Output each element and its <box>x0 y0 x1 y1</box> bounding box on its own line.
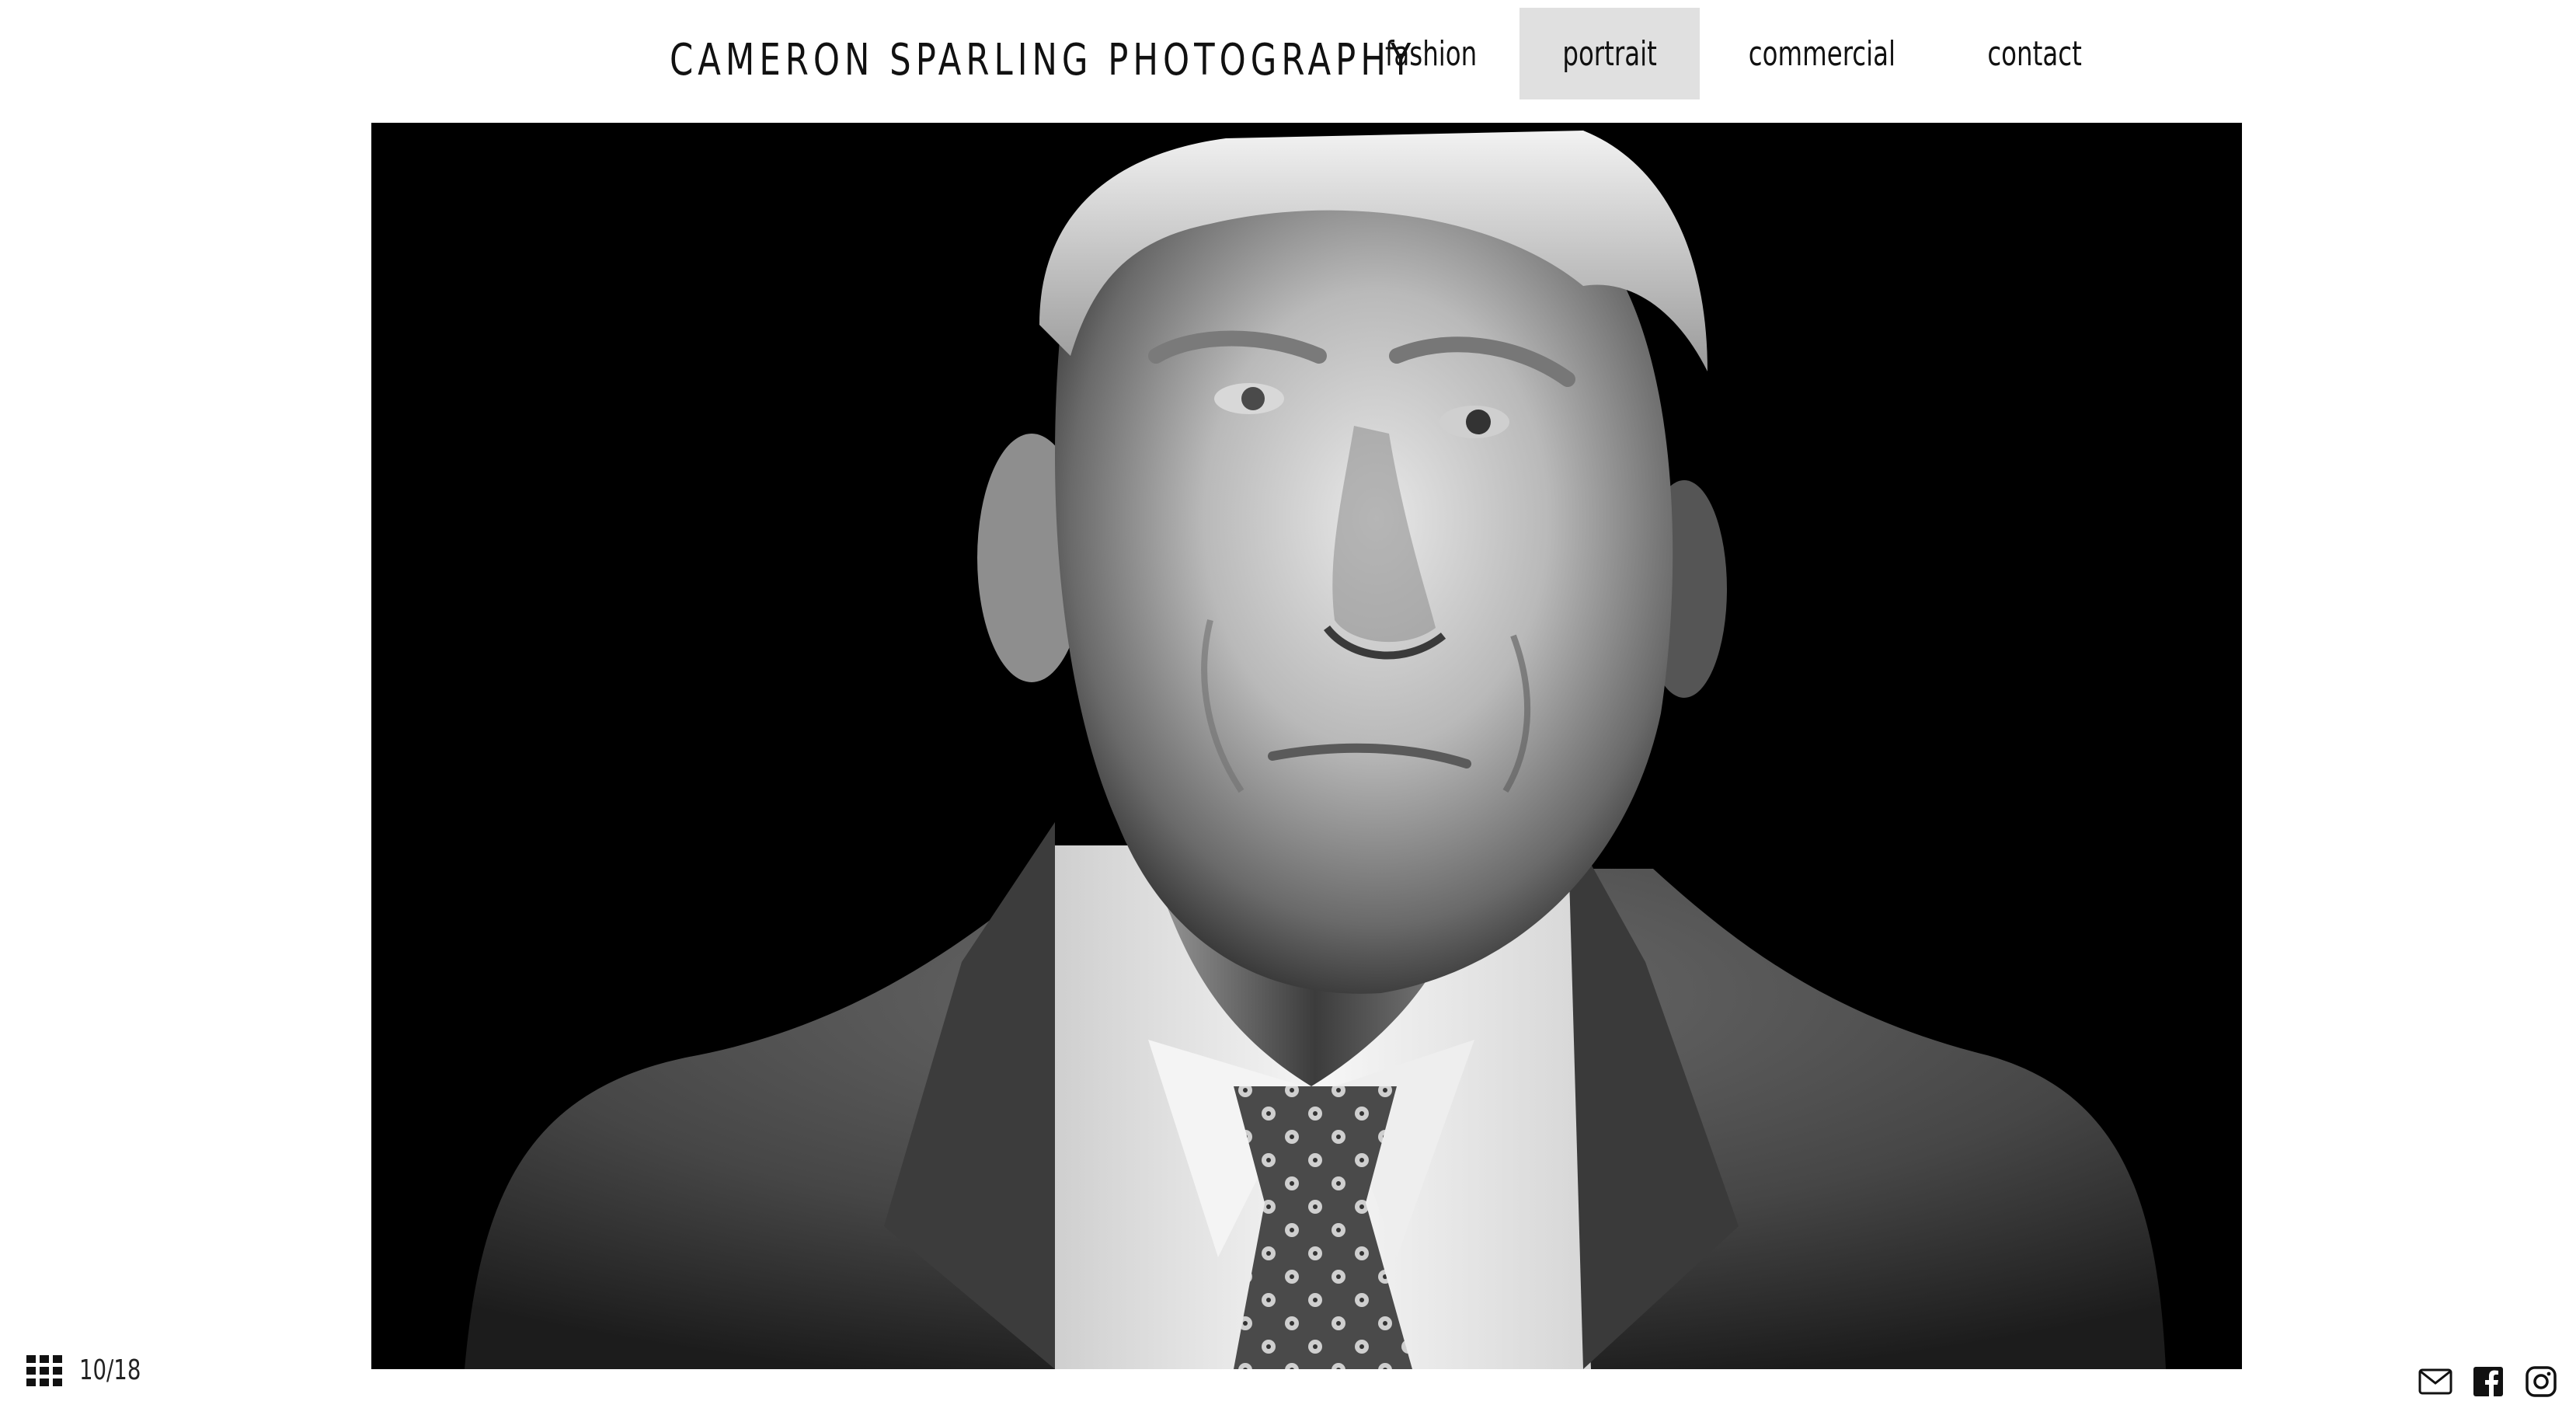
site-header: CAMERON SPARLING PHOTOGRAPHY fashion por… <box>0 0 2576 117</box>
facebook-icon <box>2473 1367 2503 1396</box>
portrait-image <box>371 123 2242 1369</box>
nav-item-label: portrait <box>1562 33 1658 74</box>
nav-item-contact[interactable]: contact <box>1944 8 2125 99</box>
nav-item-label: fashion <box>1384 33 1478 74</box>
grid-icon <box>26 1355 62 1386</box>
email-link[interactable] <box>2418 1364 2453 1399</box>
main-nav: fashion portrait commercial contact <box>1342 8 2125 99</box>
facebook-link[interactable] <box>2470 1364 2506 1399</box>
nav-item-label: commercial <box>1749 33 1896 74</box>
nav-item-portrait[interactable]: portrait <box>1519 8 1701 99</box>
nav-item-fashion[interactable]: fashion <box>1342 8 1519 99</box>
instagram-link[interactable] <box>2523 1364 2559 1399</box>
email-icon <box>2418 1368 2452 1395</box>
image-counter: 10/18 <box>79 1354 141 1386</box>
site-title[interactable]: CAMERON SPARLING PHOTOGRAPHY <box>670 22 1415 99</box>
grid-view-button[interactable] <box>26 1355 62 1386</box>
social-links <box>2418 1361 2559 1402</box>
nav-item-commercial[interactable]: commercial <box>1700 8 1944 99</box>
nav-item-label: contact <box>1987 33 2082 74</box>
gallery-photo[interactable] <box>371 123 2242 1369</box>
page: CAMERON SPARLING PHOTOGRAPHY fashion por… <box>0 0 2576 1422</box>
instagram-icon <box>2526 1366 2557 1397</box>
